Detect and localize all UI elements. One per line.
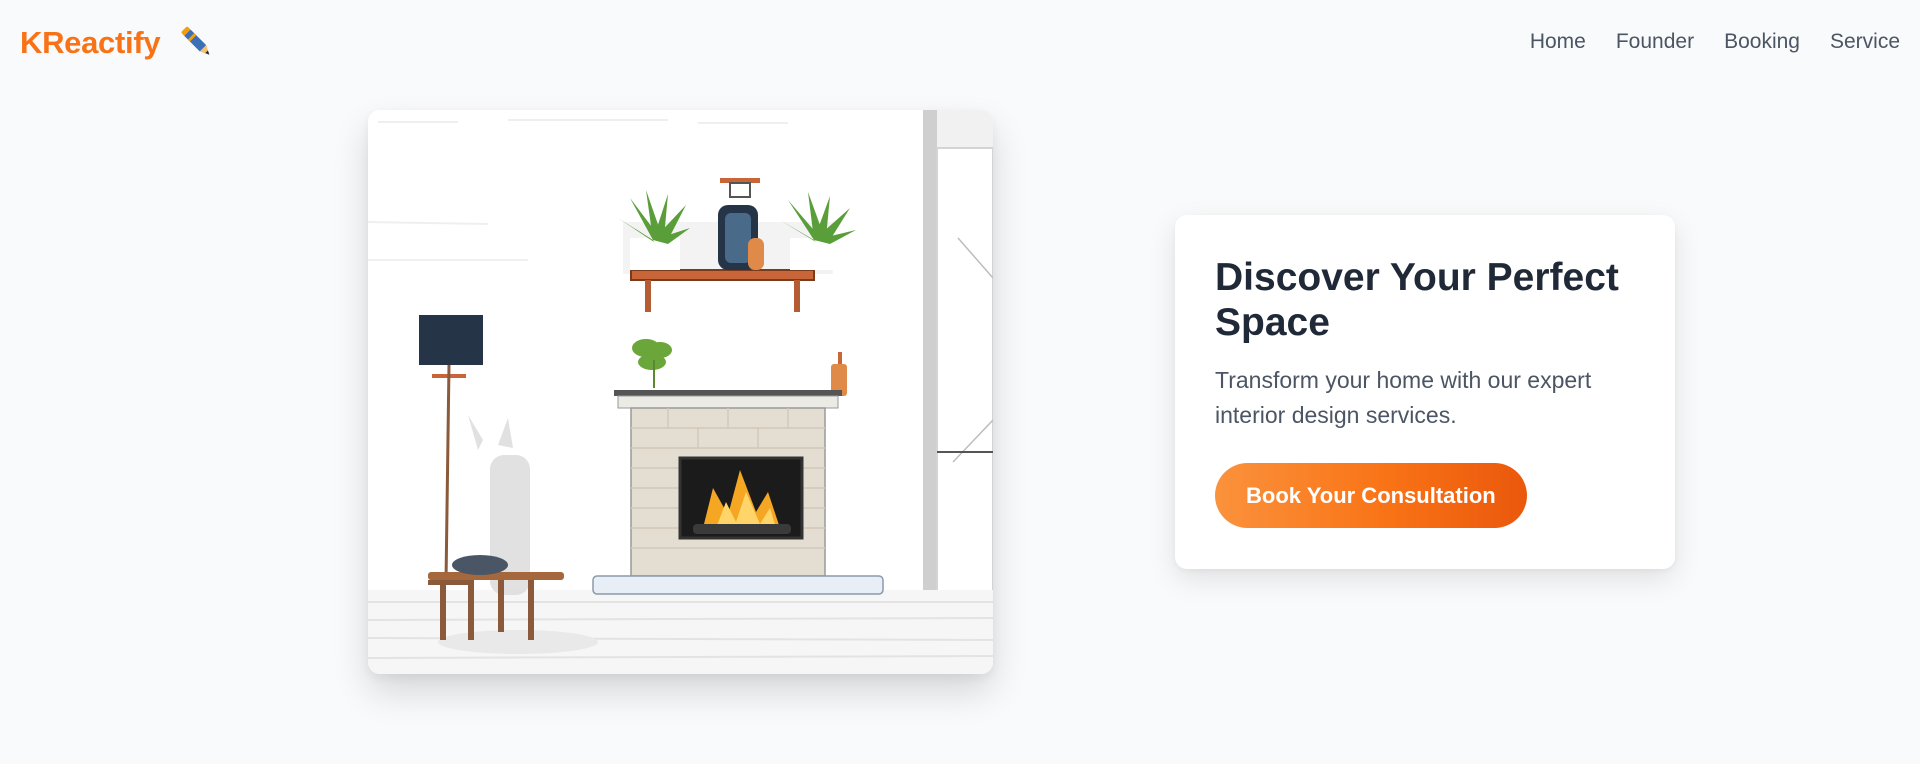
hero-title: Discover Your Perfect Space	[1215, 256, 1619, 344]
site-header: KReactify Home Founder Booking Service	[0, 0, 1920, 86]
brand-name[interactable]: KReactify	[20, 25, 161, 61]
living-room-illustration	[368, 110, 993, 674]
nav-founder[interactable]: Founder	[1616, 30, 1694, 54]
book-consultation-button[interactable]: Book Your Consultation	[1215, 463, 1527, 528]
nav-home[interactable]: Home	[1530, 30, 1586, 54]
hero-card: Discover Your Perfect Space Transform yo…	[1175, 215, 1675, 569]
brand[interactable]: KReactify	[20, 22, 218, 64]
pen-icon	[181, 26, 210, 55]
hero-illustration	[368, 110, 993, 674]
nav-service[interactable]: Service	[1830, 30, 1900, 54]
nav-booking[interactable]: Booking	[1724, 30, 1800, 54]
hero-subtitle: Transform your home with our expert inte…	[1215, 367, 1592, 428]
main-nav: Home Founder Booking Service	[1530, 30, 1900, 54]
